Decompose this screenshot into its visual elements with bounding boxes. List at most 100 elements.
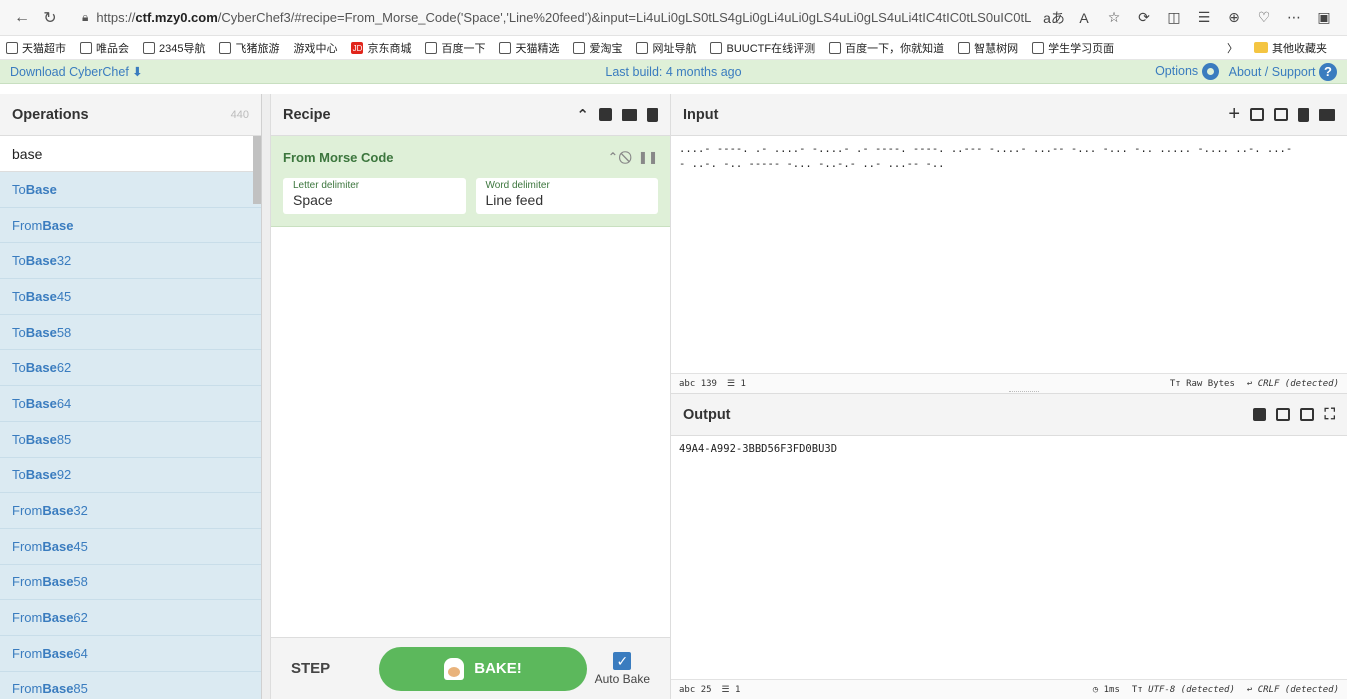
bookmark-item[interactable]: 学生学习页面 — [1032, 40, 1114, 56]
operation-name-part: 64 — [56, 395, 72, 411]
operation-name-part: From — [12, 681, 43, 697]
favorites-list-icon[interactable]: ☰ — [1189, 9, 1219, 26]
auto-bake-checkbox[interactable]: ✓ Auto Bake — [594, 651, 650, 686]
bookmark-label: 学生学习页面 — [1048, 42, 1115, 55]
output-eol-indicator[interactable]: ↩ CRLF (detected) — [1247, 685, 1339, 695]
recipe-operation-header: From Morse Code ⌃ ⃠ ❚❚ — [283, 144, 658, 170]
other-favorites-label: 其他收藏夹 — [1272, 42, 1327, 55]
bookmark-item[interactable]: 爱淘宝 — [573, 40, 622, 56]
more-icon[interactable]: ⋯ — [1279, 9, 1309, 26]
recipe-drop-area[interactable] — [271, 227, 670, 637]
operation-list-item[interactable]: To Base 58 — [0, 315, 261, 351]
operation-list-item[interactable]: To Base 85 — [0, 422, 261, 458]
bookmark-item[interactable]: 网址导航 — [636, 40, 696, 56]
operations-scrollbar[interactable] — [253, 136, 261, 204]
output-encoding-toggle[interactable]: Tт UTF-8 (detected) — [1132, 685, 1235, 695]
reset-layout-icon[interactable] — [1319, 108, 1335, 121]
operation-name-part: Base — [42, 681, 74, 697]
cyberchef-banner: Last build: 4 months ago Download CyberC… — [0, 60, 1347, 84]
refresh-icon[interactable]: ↻ — [36, 4, 64, 32]
input-eol-indicator[interactable]: ↩ CRLF (detected) — [1247, 379, 1339, 389]
operation-list-item[interactable]: To Base 92 — [0, 458, 261, 494]
operation-list-item[interactable]: From Base 62 — [0, 600, 261, 636]
letter-delimiter-select[interactable]: Letter delimiter Space — [283, 178, 466, 214]
bookmark-item[interactable]: 百度一下 — [425, 40, 485, 56]
clear-recipe-icon[interactable] — [647, 107, 658, 122]
auto-bake-label: Auto Bake — [594, 671, 650, 686]
io-panel: Input + ....- ----. .- ....- -....- .- -… — [671, 94, 1347, 699]
operation-list-item[interactable]: To Base 45 — [0, 279, 261, 315]
operation-name-part: Base — [25, 395, 57, 411]
bookmark-item[interactable]: 游戏中心 — [293, 40, 337, 56]
operations-search-input[interactable]: base — [0, 136, 261, 172]
recipe-panel: Recipe ⌃ From Morse Code ⌃ ⃠ ❚❚ Letter d… — [271, 94, 671, 699]
operation-list-item[interactable]: From Base 64 — [0, 636, 261, 672]
address-bar[interactable]: 🔒︎ https://ctf.mzy0.com/CyberChef3/#reci… — [72, 5, 1031, 31]
pause-operation-icon[interactable]: ❚❚ — [638, 150, 658, 165]
copy-output-icon[interactable] — [1276, 408, 1291, 421]
operation-list-item[interactable]: To Base 64 — [0, 386, 261, 422]
open-file-icon[interactable] — [1274, 108, 1288, 121]
save-output-icon[interactable] — [1253, 408, 1267, 421]
refresh-extension-icon[interactable]: ⟳ — [1129, 9, 1159, 26]
split-screen-icon[interactable]: ◫ — [1159, 9, 1189, 26]
extension-icon[interactable]: ♡ — [1249, 9, 1279, 26]
sidebar-icon[interactable]: ▣ — [1309, 9, 1339, 26]
input-header: Input + — [671, 94, 1347, 136]
operation-list-item[interactable]: From Base 85 — [0, 672, 261, 699]
url-domain: ctf.mzy0.com — [135, 10, 218, 25]
maximize-output-icon[interactable]: ⛶ — [1324, 406, 1335, 423]
add-input-icon[interactable]: + — [1228, 103, 1240, 126]
bookmark-item[interactable]: 唯品会 — [80, 40, 129, 56]
back-icon[interactable]: ← — [8, 4, 36, 32]
io-resize-handle[interactable] — [1009, 391, 1039, 393]
operation-name-part: Base — [25, 324, 57, 340]
about-support-button[interactable]: About / Support ? — [1229, 62, 1337, 81]
operation-list-item[interactable]: From Base 32 — [0, 493, 261, 529]
collapse-operation-icon[interactable]: ⌃ — [608, 150, 618, 165]
operation-name-part: Base — [42, 217, 74, 233]
bake-button[interactable]: BAKE! — [379, 646, 587, 691]
input-textarea[interactable]: ....- ----. .- ....- -....- .- ----. ---… — [671, 136, 1347, 373]
reader-mode-icon[interactable]: aあ — [1039, 8, 1069, 28]
bookmarks-more-button[interactable]: 〉 — [1227, 40, 1238, 56]
checkmark-icon: ✓ — [613, 651, 632, 670]
download-label: Download CyberChef — [10, 65, 129, 79]
bookmark-item[interactable]: 智慧树网 — [958, 40, 1018, 56]
bookmark-item[interactable]: JD 京东商城 — [351, 40, 411, 56]
operation-name-part: 85 — [73, 681, 88, 697]
help-icon: ? — [1319, 62, 1337, 81]
bookmark-item[interactable]: 百度一下，你就知道 — [829, 40, 944, 56]
bookmark-item[interactable]: 2345导航 — [143, 40, 205, 56]
operation-list-item[interactable]: From Base — [0, 208, 261, 244]
bookmark-item[interactable]: 天猫超市 — [6, 40, 66, 56]
bake-time: ◷ 1ms — [1092, 684, 1120, 695]
operation-list-item[interactable]: To Base 32 — [0, 243, 261, 280]
ops-recipe-splitter[interactable] — [262, 94, 271, 699]
word-delimiter-select[interactable]: Word delimiter Line feed — [475, 178, 658, 214]
bookmark-label: 天猫超市 — [22, 42, 66, 55]
replace-input-icon[interactable] — [1300, 408, 1315, 421]
other-favorites-folder[interactable]: 其他收藏夹 — [1254, 40, 1327, 56]
load-recipe-icon[interactable] — [622, 108, 637, 121]
bookmark-item[interactable]: 飞猪旅游 — [219, 40, 279, 56]
download-cyberchef-link[interactable]: Download CyberChef ⬇ — [10, 64, 143, 79]
open-folder-icon[interactable] — [1250, 108, 1264, 121]
collections-icon[interactable]: ⊕ — [1219, 9, 1249, 26]
options-button[interactable]: Options — [1155, 63, 1219, 80]
operation-list-item[interactable]: From Base 58 — [0, 565, 261, 601]
read-aloud-icon[interactable]: A — [1069, 10, 1099, 26]
operation-list-item[interactable]: To Base — [0, 172, 261, 208]
clear-input-icon[interactable] — [1298, 107, 1309, 122]
input-raw-bytes-toggle[interactable]: Tт Raw Bytes — [1170, 379, 1235, 389]
save-recipe-icon[interactable] — [599, 108, 612, 121]
letter-delimiter-value: Space — [293, 192, 333, 208]
bookmark-item[interactable]: BUUCTF在线评测 — [710, 40, 815, 56]
favorite-star-icon[interactable]: ☆ — [1099, 9, 1129, 26]
operation-list-item[interactable]: To Base 62 — [0, 350, 261, 387]
bookmark-label: 飞猪旅游 — [235, 42, 280, 55]
collapse-all-icon[interactable]: ⌃ — [576, 106, 589, 124]
operation-list-item[interactable]: From Base 45 — [0, 529, 261, 565]
bookmark-item[interactable]: 天猫精选 — [499, 40, 559, 56]
step-button[interactable]: STEP — [291, 660, 351, 677]
